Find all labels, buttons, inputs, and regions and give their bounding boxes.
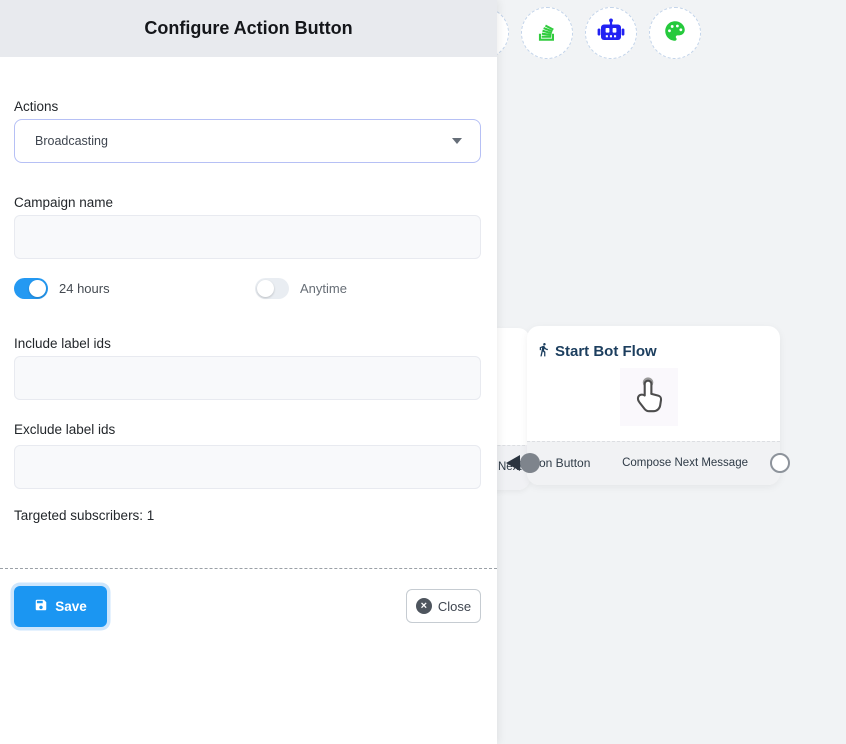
- actions-select[interactable]: Broadcasting: [14, 119, 481, 163]
- app-root: Next Start Bot Flow: [0, 0, 846, 744]
- toggle-knob: [29, 280, 46, 297]
- start-bot-flow-node[interactable]: Start Bot Flow Action Button Compose Nex…: [527, 326, 780, 485]
- toolbar-button-stack[interactable]: [521, 7, 573, 59]
- campaign-name-label: Campaign name: [14, 195, 113, 210]
- actions-label: Actions: [14, 99, 58, 114]
- exclude-label-ids-label: Exclude label ids: [14, 422, 115, 437]
- include-label-ids-label: Include label ids: [14, 336, 111, 351]
- close-button[interactable]: × Close: [406, 589, 481, 623]
- save-icon: [34, 598, 48, 615]
- toggle-knob: [257, 280, 274, 297]
- panel-title: Configure Action Button: [144, 18, 352, 39]
- dashed-divider: [0, 568, 497, 569]
- walking-person-icon: [536, 341, 551, 362]
- close-button-label: Close: [438, 599, 471, 614]
- actions-select-value: Broadcasting: [35, 134, 452, 148]
- toolbar-button-theme[interactable]: [649, 7, 701, 59]
- tap-hand-icon: [628, 372, 670, 423]
- configure-action-panel: Configure Action Button Actions Broadcas…: [0, 0, 497, 744]
- panel-header: Configure Action Button: [0, 0, 497, 57]
- include-label-ids-input[interactable]: [14, 356, 481, 400]
- robot-icon: [596, 18, 626, 49]
- chevron-down-icon: [452, 138, 462, 144]
- toolbar-button-bot[interactable]: [585, 7, 637, 59]
- palette-icon: [661, 18, 689, 49]
- node-title-row: Start Bot Flow: [536, 341, 657, 362]
- 24-hours-toggle[interactable]: [14, 278, 48, 299]
- save-button-label: Save: [55, 599, 87, 614]
- anytime-label: Anytime: [300, 281, 347, 296]
- save-button[interactable]: Save: [14, 586, 107, 627]
- tap-target-area[interactable]: [620, 368, 678, 426]
- connection-arrowhead-icon: [506, 455, 520, 471]
- action-button-port-connected[interactable]: [520, 453, 540, 473]
- anytime-toggle[interactable]: [255, 278, 289, 299]
- node-title-text: Start Bot Flow: [555, 343, 657, 360]
- compose-next-message-port[interactable]: [770, 453, 790, 473]
- exclude-label-ids-input[interactable]: [14, 445, 481, 489]
- close-icon: ×: [416, 598, 432, 614]
- node-footer: Action Button Compose Next Message: [527, 441, 780, 485]
- stack-icon: [534, 18, 560, 49]
- 24-hours-label: 24 hours: [59, 281, 110, 296]
- targeted-subscribers-text: Targeted subscribers: 1: [14, 508, 154, 523]
- node-footer-right-label: Compose Next Message: [622, 442, 748, 486]
- campaign-name-input[interactable]: [14, 215, 481, 259]
